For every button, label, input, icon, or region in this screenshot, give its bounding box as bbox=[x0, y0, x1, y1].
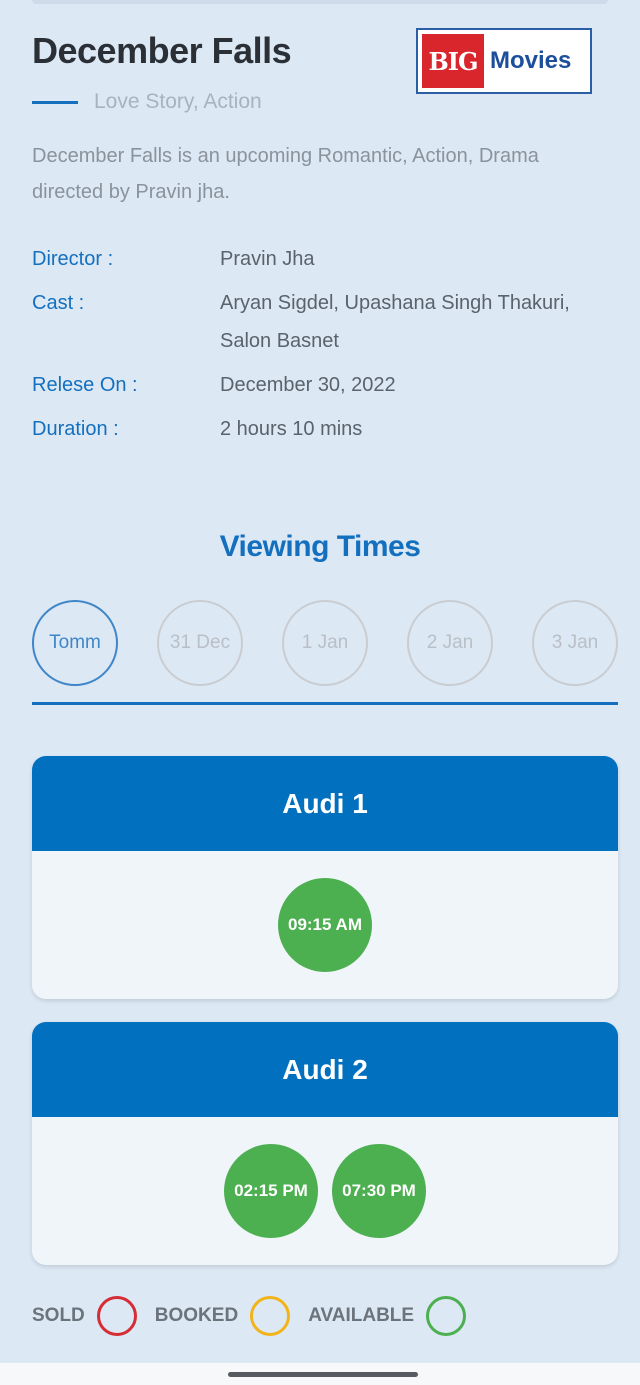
info-row-cast: Cast : Aryan Sigdel, Upashana Singh Thak… bbox=[32, 284, 622, 360]
system-nav-bar bbox=[0, 1363, 640, 1385]
info-value: Pravin Jha bbox=[220, 248, 315, 270]
date-tab-3-jan[interactable]: 3 Jan bbox=[532, 600, 618, 686]
top-divider bbox=[32, 0, 608, 4]
info-value: Aryan Sigdel, Upashana Singh Thakuri, Sa… bbox=[220, 292, 570, 352]
audi-title: Audi 1 bbox=[32, 756, 618, 851]
info-row-release: Relese On : December 30, 2022 bbox=[32, 366, 622, 404]
audi-card-1: Audi 1 09:15 AM bbox=[32, 756, 618, 999]
info-label: Duration : bbox=[32, 418, 119, 440]
movie-description: December Falls is an upcoming Romantic, … bbox=[32, 145, 539, 203]
available-ring-icon bbox=[426, 1296, 467, 1336]
info-value: 2 hours 10 mins bbox=[220, 418, 363, 440]
date-tab-31-dec[interactable]: 31 Dec bbox=[157, 600, 243, 686]
showtime-slot[interactable]: 07:30 PM bbox=[332, 1144, 426, 1238]
date-selector: Tomm 31 Dec 1 Jan 2 Jan 3 Jan bbox=[32, 600, 618, 686]
info-label: Cast : bbox=[32, 292, 85, 314]
viewing-times-heading: Viewing Times bbox=[219, 530, 421, 563]
date-tab-1-jan[interactable]: 1 Jan bbox=[282, 600, 368, 686]
big-movies-logo: BIG Movies bbox=[416, 28, 592, 94]
legend-label-booked: BOOKED bbox=[154, 1305, 239, 1326]
showtime-slot[interactable]: 02:15 PM bbox=[224, 1144, 318, 1238]
status-legend: SOLD BOOKED AVAILABLE bbox=[32, 1296, 484, 1336]
audi-slots: 02:15 PM 07:30 PM bbox=[32, 1117, 618, 1265]
genre-row: Love Story, Action bbox=[32, 90, 262, 114]
movie-title: December Falls bbox=[32, 30, 292, 71]
legend-label-available: AVAILABLE bbox=[308, 1305, 415, 1326]
legend-label-sold: SOLD bbox=[32, 1305, 85, 1326]
showtime-slot[interactable]: 09:15 AM bbox=[278, 878, 372, 972]
audi-card-2: Audi 2 02:15 PM 07:30 PM bbox=[32, 1022, 618, 1265]
audi-slots: 09:15 AM bbox=[32, 851, 618, 999]
booked-ring-icon bbox=[250, 1296, 291, 1336]
info-row-director: Director : Pravin Jha bbox=[32, 240, 622, 278]
date-tab-tomm[interactable]: Tomm bbox=[32, 600, 118, 686]
movie-genre: Love Story, Action bbox=[94, 90, 262, 113]
info-row-duration: Duration : 2 hours 10 mins bbox=[32, 410, 622, 448]
info-value: December 30, 2022 bbox=[220, 374, 396, 396]
home-indicator[interactable] bbox=[228, 1372, 418, 1377]
date-tab-2-jan[interactable]: 2 Jan bbox=[407, 600, 493, 686]
logo-big-text: BIG bbox=[422, 34, 484, 88]
date-selector-underline bbox=[32, 702, 618, 705]
movie-info: Director : Pravin Jha Cast : Aryan Sigde… bbox=[32, 240, 622, 454]
sold-ring-icon bbox=[96, 1296, 137, 1336]
audi-title: Audi 2 bbox=[32, 1022, 618, 1117]
genre-dash bbox=[32, 100, 78, 104]
info-label: Relese On : bbox=[32, 374, 138, 396]
info-label: Director : bbox=[32, 248, 114, 270]
logo-movies-text: Movies bbox=[490, 47, 572, 74]
